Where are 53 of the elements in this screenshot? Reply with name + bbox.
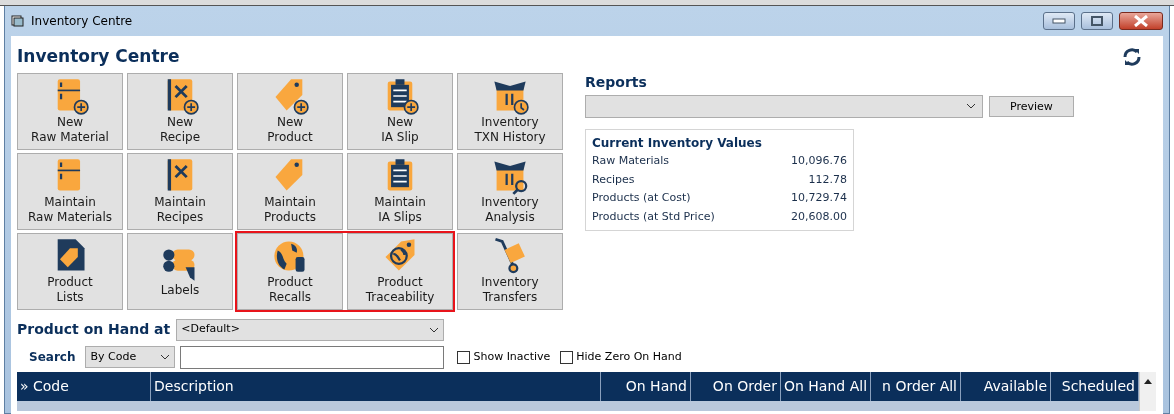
chevron-icon <box>429 326 440 333</box>
column-header[interactable]: On Order <box>691 371 781 401</box>
checkbox-option[interactable]: Hide Zero On Hand <box>560 348 682 366</box>
column-header[interactable]: On Hand <box>601 371 691 401</box>
refresh-icon[interactable] <box>1121 45 1143 68</box>
tile-button[interactable]: Maintain Recipes <box>127 152 233 230</box>
tile-button[interactable]: New Recipe <box>127 72 233 150</box>
search-mode-dropdown[interactable]: By Code <box>85 346 176 368</box>
value-label: Raw Materials <box>592 153 670 169</box>
tile-button[interactable]: Inventory Analysis <box>457 152 563 230</box>
maximize-button[interactable] <box>1081 12 1113 30</box>
column-header[interactable]: On Hand All <box>781 371 871 401</box>
panel-title: Current Inventory Values <box>592 134 763 152</box>
tile-button[interactable]: Product Traceability <box>347 232 453 310</box>
column-header[interactable]: Available <box>961 371 1051 401</box>
page-title: Inventory Centre <box>17 45 180 68</box>
value-amount: 112.78 <box>808 171 847 188</box>
search-field[interactable] <box>180 345 445 369</box>
value-label: Recipes <box>592 171 635 188</box>
section-title: Reports <box>585 72 648 92</box>
tile-button[interactable]: Labels <box>127 232 233 310</box>
tile-button[interactable]: Inventory TXN History <box>457 72 563 150</box>
minimize-button[interactable] <box>1043 12 1075 30</box>
tile-button[interactable]: New IA Slip <box>347 72 453 150</box>
field-label: Search <box>29 349 76 366</box>
value-amount: 20,608.00 <box>791 208 847 225</box>
column-header[interactable]: Description <box>151 371 601 401</box>
value-amount: 10,729.74 <box>791 190 847 206</box>
close-button[interactable] <box>1119 12 1163 30</box>
field-label: Product on Hand at <box>17 320 171 339</box>
tile-button[interactable]: New Product <box>237 72 343 150</box>
chevron-icon <box>160 354 171 360</box>
value-label: Products (at Std Price) <box>592 208 715 225</box>
minimize-icon <box>1052 18 1066 24</box>
column-header[interactable]: » Code <box>17 371 151 401</box>
tile-button[interactable]: Maintain IA Slips <box>347 152 453 230</box>
preview-button[interactable]: Preview <box>989 95 1074 117</box>
tile-button[interactable]: Inventory Transfers <box>457 232 563 310</box>
app-icon <box>11 15 25 27</box>
value-label: Products (at Cost) <box>592 190 691 206</box>
value-amount: 10,096.76 <box>791 153 847 169</box>
window-title: Inventory Centre <box>31 13 133 30</box>
checkbox-option[interactable]: Show Inactive <box>457 348 551 366</box>
close-icon <box>1133 15 1149 27</box>
tile-button[interactable]: New Raw Material <box>17 72 123 150</box>
maximize-icon <box>1091 16 1103 26</box>
chevron-icon <box>966 103 976 109</box>
location-dropdown[interactable]: <Default> <box>176 318 445 341</box>
column-header[interactable]: n Order All <box>871 371 961 401</box>
tile-button[interactable]: Maintain Raw Materials <box>17 152 123 230</box>
tile-button[interactable]: Product Lists <box>17 232 123 310</box>
tile-button[interactable]: Maintain Products <box>237 152 343 230</box>
tile-button[interactable]: Product Recalls <box>237 232 343 310</box>
